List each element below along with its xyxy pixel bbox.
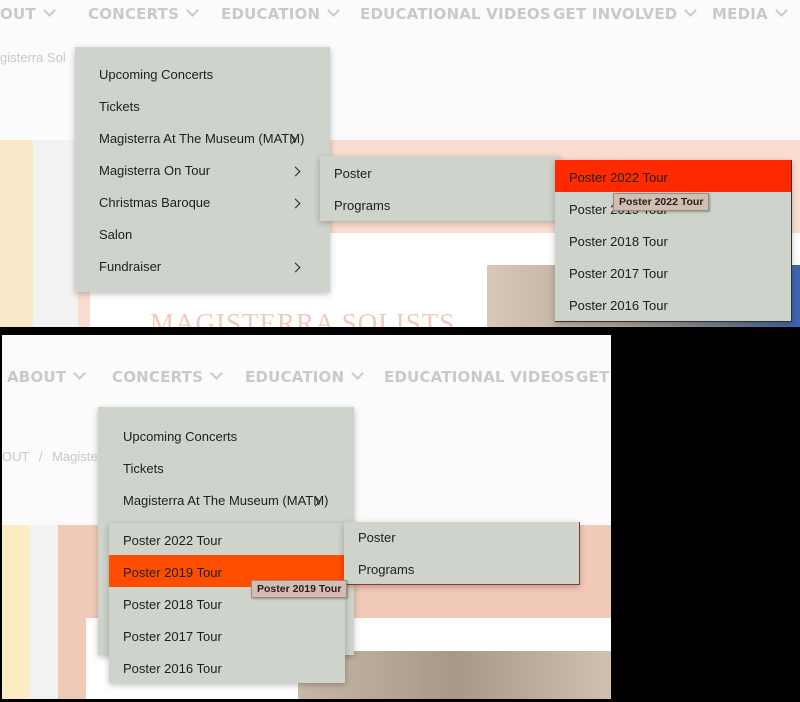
page-white-column bbox=[2, 525, 30, 699]
nav-education[interactable]: EDUCATION bbox=[221, 4, 341, 23]
poster-item-2017[interactable]: Poster 2017 Tour bbox=[123, 629, 222, 644]
nav-label: GET I bbox=[576, 368, 611, 386]
nav-label: CONCERTS bbox=[112, 368, 204, 386]
chevron-down-icon bbox=[774, 4, 788, 17]
nav-education[interactable]: EDUCATION bbox=[245, 367, 365, 386]
poster-item-2018[interactable]: Poster 2018 Tour bbox=[123, 597, 222, 612]
menu-item-matm[interactable]: Magisterra At The Museum (MATM) bbox=[99, 131, 304, 146]
on-tour-submenu: Poster Programs bbox=[344, 522, 580, 585]
nav-about[interactable]: OUT bbox=[0, 4, 56, 23]
nav-label: GET INVOLVED bbox=[553, 5, 678, 23]
screenshot-panel-top: MAGISTERRA SOLISTS gisterra Sol OUT CONC… bbox=[0, 0, 800, 327]
on-tour-submenu: Poster Programs bbox=[320, 156, 560, 221]
chevron-right-icon bbox=[290, 198, 301, 209]
nav-label: CONCERTS bbox=[88, 5, 180, 23]
page-white-column bbox=[33, 140, 78, 327]
submenu-item-programs[interactable]: Programs bbox=[358, 562, 414, 577]
page-white-column bbox=[0, 140, 33, 327]
breadcrumb-separator: / bbox=[38, 449, 43, 464]
concerts-dropdown: Upcoming Concerts Tickets Magisterra At … bbox=[75, 47, 330, 292]
submenu-item-programs[interactable]: Programs bbox=[334, 198, 390, 213]
breadcrumb-link[interactable]: OUT bbox=[2, 449, 29, 464]
chevron-down-icon bbox=[186, 4, 199, 17]
nav-get-involved[interactable]: GET I bbox=[576, 368, 611, 386]
poster-item-2022[interactable]: Poster 2022 Tour bbox=[569, 170, 668, 185]
tooltip: Poster 2019 Tour bbox=[251, 580, 348, 598]
nav-concerts[interactable]: CONCERTS bbox=[88, 4, 199, 23]
menu-item-tickets[interactable]: Tickets bbox=[99, 99, 140, 114]
tooltip: Poster 2022 Tour bbox=[613, 193, 710, 211]
chevron-right-icon bbox=[290, 262, 301, 273]
breadcrumb-link[interactable]: Magiste bbox=[52, 449, 98, 464]
poster-submenu: Poster 2022 Tour Poster 2019 Tour Poster… bbox=[555, 160, 792, 322]
menu-item-tickets[interactable]: Tickets bbox=[123, 461, 164, 476]
poster-submenu: Poster 2022 Tour Poster 2019 Tour Poster… bbox=[109, 523, 345, 683]
breadcrumb: OUT / Magiste bbox=[2, 449, 98, 464]
submenu-item-poster[interactable]: Poster bbox=[334, 166, 372, 181]
poster-item-2016[interactable]: Poster 2016 Tour bbox=[569, 298, 668, 313]
nav-about[interactable]: ABOUT bbox=[7, 367, 87, 386]
nav-media[interactable]: MEDIA bbox=[712, 4, 788, 23]
nav-label: EDUCATION bbox=[221, 5, 321, 23]
nav-label: MEDIA bbox=[712, 5, 768, 23]
chevron-down-icon bbox=[210, 367, 223, 380]
chevron-down-icon bbox=[351, 367, 365, 380]
submenu-item-poster[interactable]: Poster bbox=[358, 530, 396, 545]
nav-concerts[interactable]: CONCERTS bbox=[112, 367, 223, 386]
poster-item-2019[interactable]: Poster 2019 Tour bbox=[123, 565, 222, 580]
nav-label: EDUCATION bbox=[245, 368, 345, 386]
nav-label: ABOUT bbox=[7, 368, 67, 386]
poster-item-2017[interactable]: Poster 2017 Tour bbox=[569, 266, 668, 281]
menu-item-christmas-baroque[interactable]: Christmas Baroque bbox=[99, 195, 210, 210]
menu-item-upcoming-concerts[interactable]: Upcoming Concerts bbox=[99, 67, 213, 82]
menu-item-upcoming-concerts[interactable]: Upcoming Concerts bbox=[123, 429, 237, 444]
chevron-right-icon bbox=[290, 166, 301, 177]
poster-item-2022[interactable]: Poster 2022 Tour bbox=[123, 533, 222, 548]
nav-educational-videos[interactable]: EDUCATIONAL VIDEOS bbox=[384, 368, 575, 386]
nav-label: OUT bbox=[0, 5, 36, 23]
chevron-down-icon bbox=[684, 4, 698, 17]
chevron-down-icon bbox=[327, 4, 341, 17]
screenshot-panel-bottom: OUT / Magiste ABOUT CONCERTS EDUCATION E… bbox=[2, 335, 611, 699]
breadcrumb: gisterra Sol bbox=[0, 50, 66, 65]
nav-label: EDUCATIONAL VIDEOS bbox=[360, 5, 551, 23]
banner-title: MAGISTERRA SOLISTS bbox=[150, 308, 456, 327]
poster-item-2018[interactable]: Poster 2018 Tour bbox=[569, 234, 668, 249]
nav-label: EDUCATIONAL VIDEOS bbox=[384, 368, 575, 386]
poster-item-2016[interactable]: Poster 2016 Tour bbox=[123, 661, 222, 676]
chevron-down-icon bbox=[73, 367, 87, 380]
nav-get-involved[interactable]: GET INVOLVED bbox=[553, 4, 698, 23]
nav-educational-videos[interactable]: EDUCATIONAL VIDEOS bbox=[360, 5, 551, 23]
menu-item-matm[interactable]: Magisterra At The Museum (MATM) bbox=[123, 493, 328, 508]
page-white-column bbox=[30, 525, 58, 699]
menu-item-salon[interactable]: Salon bbox=[99, 227, 132, 242]
menu-item-fundraiser[interactable]: Fundraiser bbox=[99, 259, 161, 274]
menu-item-on-tour[interactable]: Magisterra On Tour bbox=[99, 163, 210, 178]
chevron-down-icon bbox=[42, 4, 56, 17]
